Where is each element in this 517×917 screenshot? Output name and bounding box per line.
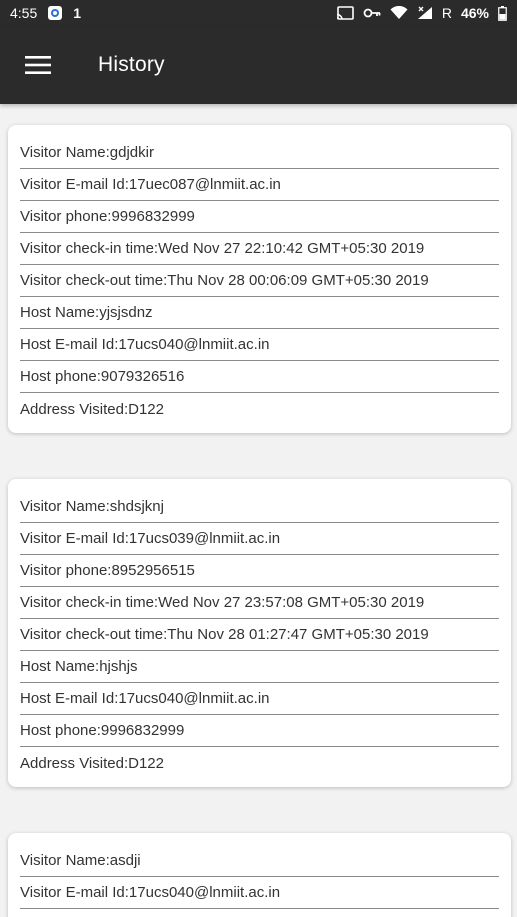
- field-label: Visitor E-mail Id:: [20, 530, 129, 547]
- field-label: Address Visited:: [20, 754, 129, 772]
- visitor-name-row: Visitor Name: gdjdkir: [20, 137, 499, 169]
- host-name-value: yjsjsdnz: [99, 304, 153, 321]
- history-list[interactable]: Visitor Name: gdjdkir Visitor E-mail Id:…: [0, 104, 517, 917]
- address-row: Address Visited: D122: [20, 747, 499, 779]
- field-label: Visitor phone:: [20, 562, 112, 579]
- host-email-row: Host E-mail Id: 17ucs040@lnmiit.ac.in: [20, 683, 499, 715]
- hamburger-menu-icon: [25, 56, 51, 74]
- field-label: Visitor check-in time:: [20, 594, 159, 611]
- visitor-email-row: Visitor E-mail Id: 17ucs040@lnmiit.ac.in: [20, 877, 499, 909]
- roaming-indicator: R: [441, 5, 452, 21]
- wifi-icon: [390, 6, 408, 20]
- checkout-time-value: Thu Nov 28 01:27:47 GMT+05:30 2019: [167, 626, 429, 643]
- address-value: D122: [128, 754, 164, 772]
- visitor-name-row: Visitor Name: asdji: [20, 845, 499, 877]
- checkin-time-value: Wed Nov 27 22:10:42 GMT+05:30 2019: [158, 240, 425, 257]
- status-time: 4:55: [10, 5, 38, 21]
- host-email-value: 17ucs040@lnmiit.ac.in: [118, 690, 270, 707]
- cast-icon: [336, 6, 354, 20]
- host-phone-value: 9079326516: [100, 368, 185, 385]
- page-title: History: [98, 53, 165, 76]
- visitor-phone-row: Visitor phone: 9996832999: [20, 201, 499, 233]
- host-phone-row: Host phone: 9996832999: [20, 715, 499, 747]
- visitor-phone-value: 9996832999: [111, 208, 195, 225]
- host-email-row: Host E-mail Id: 17ucs040@lnmiit.ac.in: [20, 329, 499, 361]
- checkin-time-row: Visitor check-in time: Wed Nov 27 23:57:…: [20, 587, 499, 619]
- field-label: Visitor E-mail Id:: [20, 176, 129, 193]
- address-value: D122: [128, 400, 164, 418]
- field-label: Visitor E-mail Id:: [20, 884, 129, 901]
- field-label: Visitor Name:: [20, 144, 110, 161]
- address-row: Address Visited: D122: [20, 393, 499, 425]
- visitor-name-row: Visitor Name: shdsjknj: [20, 491, 499, 523]
- field-label: Visitor Name:: [20, 498, 110, 515]
- field-label: Address Visited:: [20, 400, 129, 418]
- field-label: Host Name:: [20, 658, 100, 675]
- visitor-email-row: Visitor E-mail Id: 17uec087@lnmiit.ac.in: [20, 169, 499, 201]
- app-bar: History: [0, 26, 517, 104]
- checkin-time-value: Wed Nov 27 23:57:08 GMT+05:30 2019: [158, 594, 425, 611]
- menu-button[interactable]: [0, 26, 76, 104]
- checkout-time-value: Thu Nov 28 00:06:09 GMT+05:30 2019: [167, 272, 429, 289]
- visitor-phone-row: Visitor phone: 8952956515: [20, 555, 499, 587]
- notification-digit: 1: [73, 5, 82, 21]
- battery-percent: 46%: [460, 5, 489, 21]
- signal-icon: [417, 6, 433, 20]
- visitor-name-value: asdji: [109, 852, 141, 869]
- notification-app-icon: [47, 5, 63, 21]
- history-card[interactable]: Visitor Name: gdjdkir Visitor E-mail Id:…: [8, 125, 511, 433]
- host-name-row: Host Name: hjshjs: [20, 651, 499, 683]
- field-label: Host Name:: [20, 304, 100, 321]
- visitor-phone-value: 8952956515: [111, 562, 195, 579]
- visitor-phone-row: [20, 909, 499, 917]
- status-bar: 4:55 1 R 46%: [0, 0, 517, 26]
- field-label: Visitor check-out time:: [20, 272, 168, 289]
- vpn-key-icon: [363, 7, 381, 19]
- visitor-name-value: gdjdkir: [109, 144, 154, 161]
- field-label: Visitor check-out time:: [20, 626, 168, 643]
- checkout-time-row: Visitor check-out time: Thu Nov 28 01:27…: [20, 619, 499, 651]
- visitor-name-value: shdsjknj: [109, 498, 164, 515]
- field-label: Host E-mail Id:: [20, 336, 119, 353]
- field-label: Host phone:: [20, 368, 101, 385]
- history-card[interactable]: Visitor Name: asdji Visitor E-mail Id: 1…: [8, 833, 511, 917]
- host-phone-row: Host phone: 9079326516: [20, 361, 499, 393]
- field-label: Visitor phone:: [20, 208, 112, 225]
- battery-icon: [498, 5, 507, 21]
- field-label: Visitor Name:: [20, 852, 110, 869]
- field-label: Host E-mail Id:: [20, 690, 119, 707]
- host-email-value: 17ucs040@lnmiit.ac.in: [118, 336, 270, 353]
- field-label: Visitor check-in time:: [20, 240, 159, 257]
- field-label: Host phone:: [20, 722, 101, 739]
- host-name-value: hjshjs: [99, 658, 138, 675]
- checkout-time-row: Visitor check-out time: Thu Nov 28 00:06…: [20, 265, 499, 297]
- history-card[interactable]: Visitor Name: shdsjknj Visitor E-mail Id…: [8, 479, 511, 787]
- visitor-email-value: 17ucs039@lnmiit.ac.in: [128, 530, 281, 547]
- checkin-time-row: Visitor check-in time: Wed Nov 27 22:10:…: [20, 233, 499, 265]
- visitor-email-row: Visitor E-mail Id: 17ucs039@lnmiit.ac.in: [20, 523, 499, 555]
- host-phone-value: 9996832999: [100, 722, 185, 739]
- visitor-email-value: 17uec087@lnmiit.ac.in: [128, 176, 281, 193]
- host-name-row: Host Name: yjsjsdnz: [20, 297, 499, 329]
- visitor-email-value: 17ucs040@lnmiit.ac.in: [128, 884, 281, 901]
